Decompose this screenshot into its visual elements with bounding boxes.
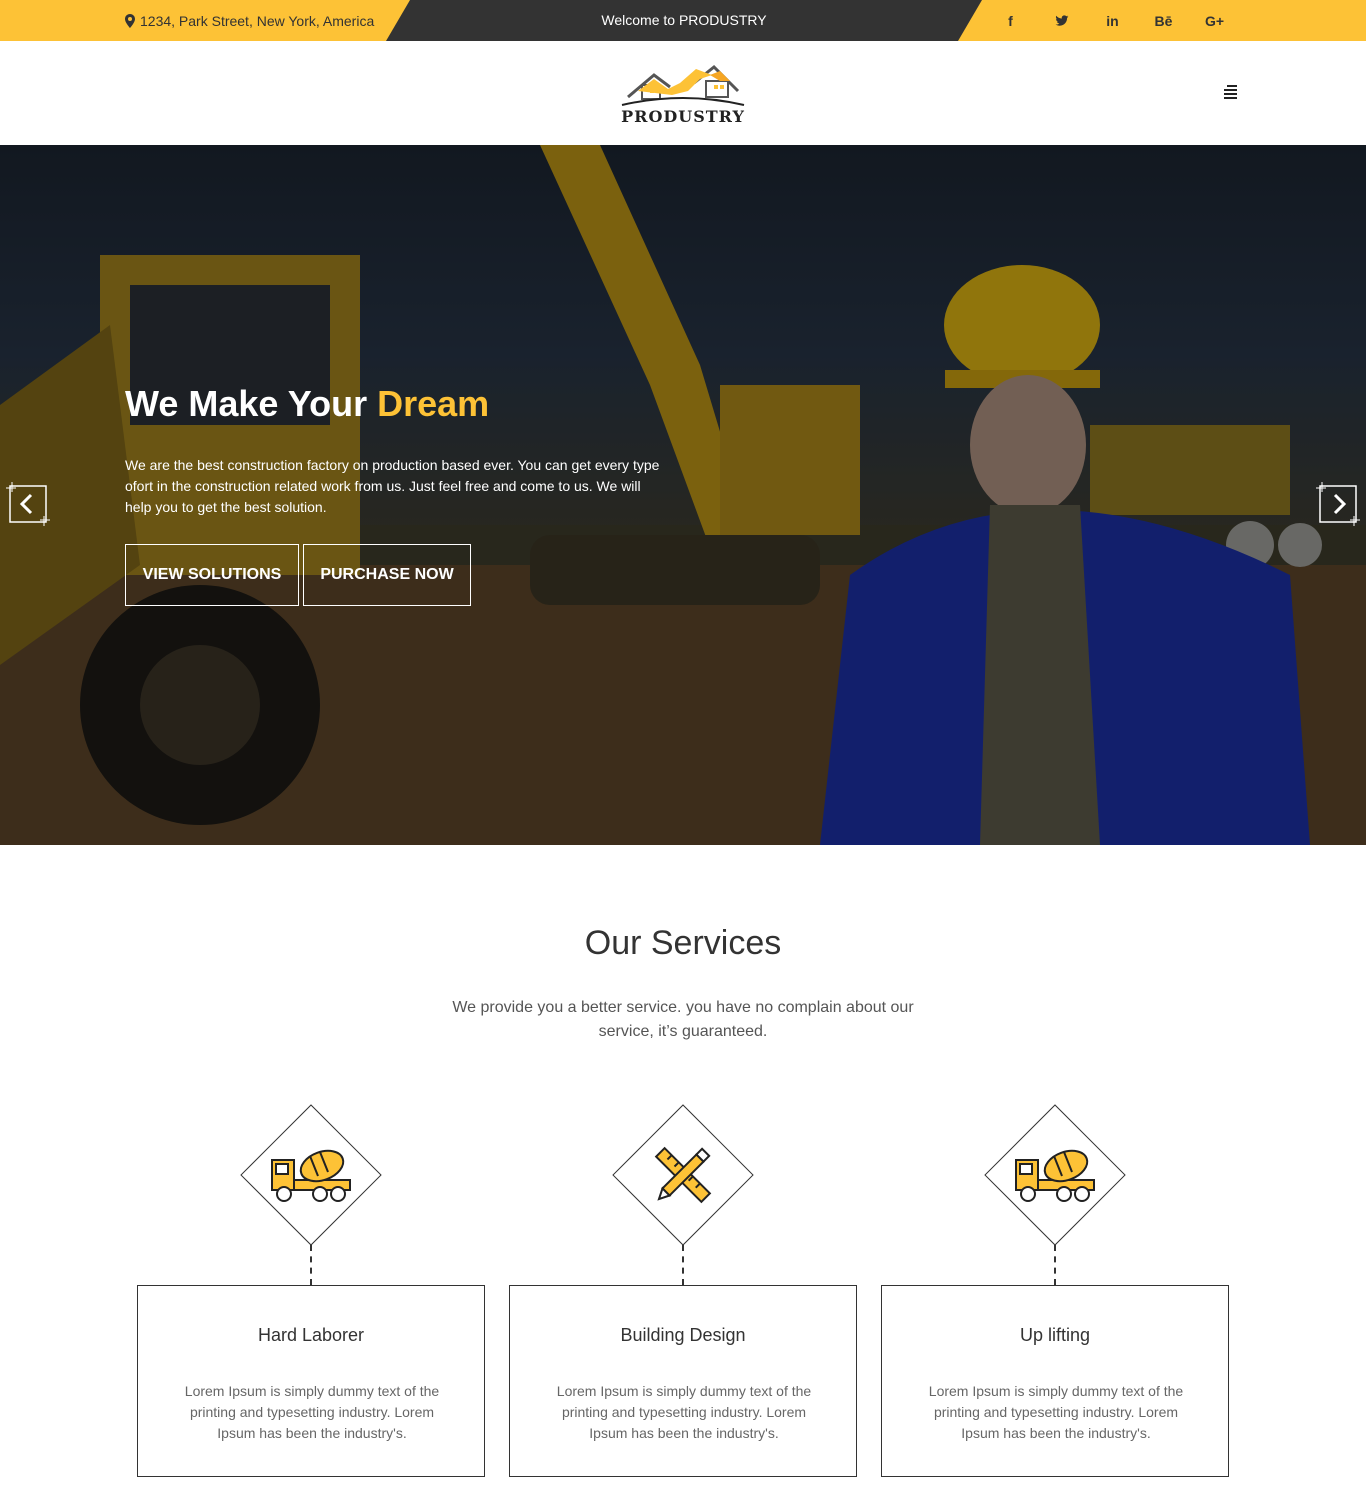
service-item: Hard Laborer Lorem Ipsum is simply dummy… xyxy=(137,1104,485,1477)
logo-text: PRODUSTRY xyxy=(621,107,745,126)
welcome-text: Welcome to PRODUSTRY xyxy=(601,12,767,28)
slider-prev-button[interactable] xyxy=(6,482,50,526)
concrete-mixer-truck-icon xyxy=(271,1149,351,1202)
service-card: Hard Laborer Lorem Ipsum is simply dummy… xyxy=(137,1285,485,1477)
hero-title-accent: Dream xyxy=(377,383,490,424)
service-text: Lorem Ipsum is simply dummy text of the … xyxy=(556,1383,812,1441)
service-title: Building Design xyxy=(620,1325,746,1345)
twitter-link[interactable] xyxy=(1036,0,1087,41)
view-solutions-button[interactable]: VIEW SOLUTIONS xyxy=(125,544,299,606)
service-text: Lorem Ipsum is simply dummy text of the … xyxy=(184,1383,440,1441)
connector-line xyxy=(310,1245,312,1285)
hero-title: We Make Your Dream xyxy=(125,383,489,425)
services-title: Our Services xyxy=(584,924,782,962)
google-plus-link[interactable]: G+ xyxy=(1189,0,1240,41)
slider-next-button[interactable] xyxy=(1316,482,1360,526)
logo[interactable]: PRODUSTRY xyxy=(620,61,746,127)
address: 1234, Park Street, New York, America xyxy=(125,0,374,41)
facebook-icon: f xyxy=(1008,12,1013,29)
hero-slider: We Make Your Dream We are the best const… xyxy=(0,145,1366,845)
service-card: Building Design Lorem Ipsum is simply du… xyxy=(509,1285,857,1477)
house-roof-logo-icon xyxy=(621,64,745,106)
service-title: Up lifting xyxy=(1019,1325,1091,1345)
pencil-ruler-icon xyxy=(654,1146,712,1204)
hamburger-menu-icon[interactable] xyxy=(1219,83,1237,101)
linkedin-link[interactable]: in xyxy=(1087,0,1138,41)
connector-line xyxy=(682,1245,684,1285)
linkedin-icon: in xyxy=(1106,12,1119,29)
facebook-link[interactable]: f xyxy=(985,0,1036,41)
purchase-now-button[interactable]: PURCHASE NOW xyxy=(303,544,471,606)
behance-link[interactable]: Bē xyxy=(1138,0,1189,41)
hero-description: We are the best construction factory on … xyxy=(125,457,660,515)
service-item: Building Design Lorem Ipsum is simply du… xyxy=(509,1104,857,1477)
address-text: 1234, Park Street, New York, America xyxy=(140,12,375,29)
services-subtitle: We provide you a better service. you hav… xyxy=(452,999,914,1040)
service-title: Hard Laborer xyxy=(257,1325,365,1345)
chevron-left-icon xyxy=(6,482,50,526)
social-links: f in Bē G+ xyxy=(985,0,1240,41)
top-bar: 1234, Park Street, New York, America Wel… xyxy=(0,0,1366,41)
chevron-right-icon xyxy=(1316,482,1360,526)
service-item: Up lifting Lorem Ipsum is simply dummy t… xyxy=(881,1104,1229,1477)
connector-line xyxy=(1054,1245,1056,1285)
behance-icon: Bē xyxy=(1154,12,1173,29)
site-header: PRODUSTRY xyxy=(0,41,1366,145)
twitter-icon xyxy=(1055,14,1068,26)
service-text: Lorem Ipsum is simply dummy text of the … xyxy=(928,1383,1184,1441)
service-card: Up lifting Lorem Ipsum is simply dummy t… xyxy=(881,1285,1229,1477)
map-marker-icon xyxy=(125,13,135,28)
hero-title-main: We Make Your xyxy=(125,383,378,424)
concrete-mixer-truck-icon xyxy=(1015,1149,1095,1202)
google-plus-icon: G+ xyxy=(1204,12,1225,29)
